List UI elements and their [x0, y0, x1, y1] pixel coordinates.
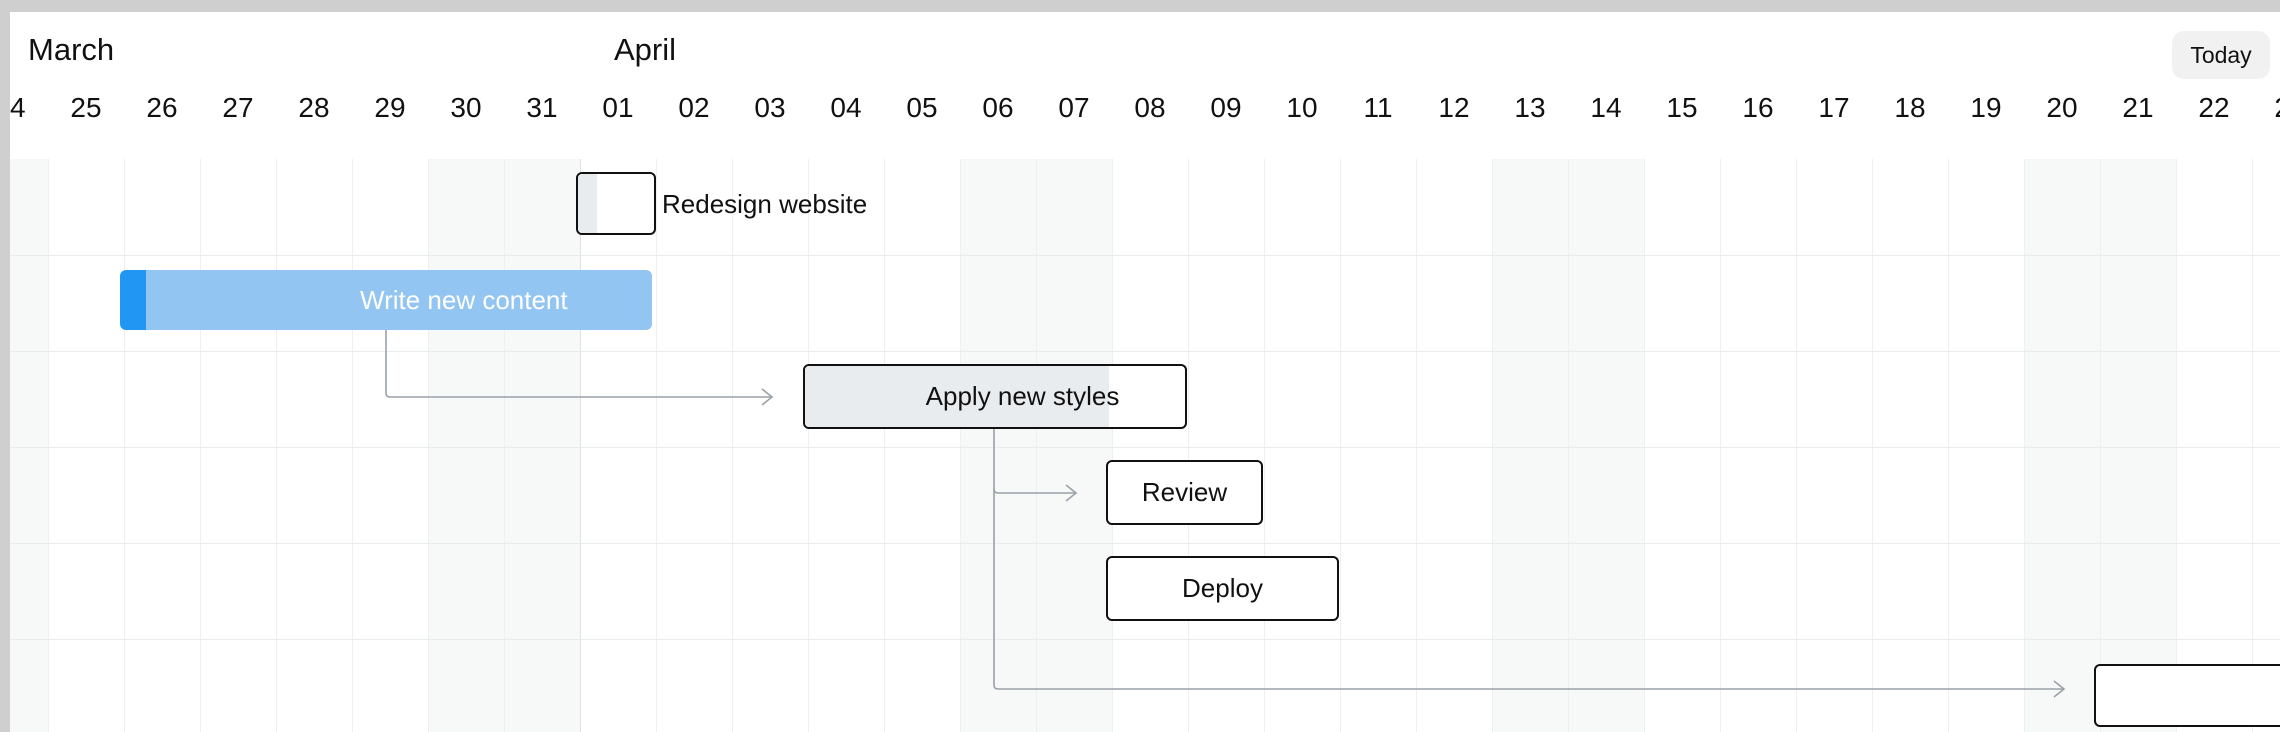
day-column: [10, 159, 48, 732]
day-column: [580, 159, 656, 732]
day-label: 14: [1590, 92, 1622, 123]
day-label: 09: [1210, 92, 1242, 123]
day-column: [1720, 159, 1796, 732]
task-bar-redesign-website[interactable]: [576, 172, 656, 235]
day-column: [1872, 159, 1948, 732]
day-label: 16: [1742, 92, 1774, 123]
day-header-row: 24 25 26 27 28 29 30 31 01 02 03 04 05 06 07 08 09 10 11 12…: [10, 92, 2280, 136]
day-column: [1340, 159, 1416, 732]
day-label: 30: [450, 92, 482, 123]
day-label: 12: [1438, 92, 1470, 123]
month-label-march: March: [28, 32, 115, 67]
row-divider: [10, 351, 2280, 352]
day-label: 04: [830, 92, 862, 123]
task-bar-unnamed[interactable]: [2094, 664, 2280, 727]
day-column: [124, 159, 200, 732]
day-column: [428, 159, 504, 732]
day-label: 05: [906, 92, 938, 123]
day-column: [2252, 159, 2280, 732]
day-label: 08: [1134, 92, 1166, 123]
day-column: [1492, 159, 1568, 732]
day-column: [1644, 159, 1720, 732]
day-column: [1036, 159, 1112, 732]
day-label: 27: [222, 92, 254, 123]
day-label: 01: [602, 92, 634, 123]
day-label: 02: [678, 92, 710, 123]
day-column: [808, 159, 884, 732]
task-progress: [578, 174, 597, 233]
day-label: 21: [2122, 92, 2154, 123]
day-label: 10: [1286, 92, 1318, 123]
task-bar-deploy[interactable]: Deploy: [1106, 556, 1339, 621]
day-label: 03: [754, 92, 786, 123]
day-label: 29: [374, 92, 406, 123]
day-column: [732, 159, 808, 732]
row-divider: [10, 543, 2280, 544]
day-label: 28: [298, 92, 330, 123]
row-divider: [10, 255, 2280, 256]
task-label: Apply new styles: [925, 381, 1120, 411]
month-label-april: April: [614, 32, 677, 67]
task-bar-apply-new-styles[interactable]: Apply new styles: [803, 364, 1187, 429]
day-label: 31: [526, 92, 558, 123]
day-column: [1948, 159, 2024, 732]
day-column: [1112, 159, 1188, 732]
day-label: 25: [70, 92, 102, 123]
day-label: 22: [2198, 92, 2230, 123]
day-column: [2176, 159, 2252, 732]
row-divider: [10, 639, 2280, 640]
day-label: 23: [2252, 92, 2280, 124]
day-label: 19: [1970, 92, 2002, 123]
day-column: [1264, 159, 1340, 732]
task-bar-review[interactable]: Review: [1106, 460, 1263, 525]
day-label: 20: [2046, 92, 2078, 123]
task-label-redesign-website: Redesign website: [662, 189, 868, 219]
day-label: 26: [146, 92, 178, 123]
day-column: [48, 159, 124, 732]
day-label: 13: [1514, 92, 1546, 123]
day-column: [2100, 159, 2176, 732]
day-column: [656, 159, 732, 732]
task-bar-write-new-content[interactable]: Write new content: [120, 270, 652, 330]
day-column: [1416, 159, 1492, 732]
day-label: 15: [1666, 92, 1698, 123]
day-column: [504, 159, 580, 732]
day-label: 18: [1894, 92, 1926, 123]
day-label: 17: [1818, 92, 1850, 123]
day-column: [960, 159, 1036, 732]
today-button[interactable]: Today: [2172, 31, 2270, 79]
day-column: [276, 159, 352, 732]
day-label: 07: [1058, 92, 1090, 123]
row-divider: [10, 447, 2280, 448]
timeline-grid: Redesign website Write new content Apply…: [10, 159, 2280, 732]
task-label: Review: [1141, 477, 1228, 507]
day-column: [1796, 159, 1872, 732]
day-column: [2024, 159, 2100, 732]
gantt-chart: March April Today 24 25 26 27 28 29 30 31 01 02 03…: [10, 12, 2280, 732]
day-label: 06: [982, 92, 1014, 123]
day-column: [200, 159, 276, 732]
day-column: [1568, 159, 1644, 732]
day-column: [352, 159, 428, 732]
day-label: 24: [10, 92, 26, 123]
day-column: [884, 159, 960, 732]
day-label: 11: [1363, 92, 1393, 123]
task-label: Deploy: [1182, 573, 1263, 603]
day-column: [1188, 159, 1264, 732]
task-label: Write new content: [360, 284, 568, 315]
task-label: [2096, 666, 2280, 725]
